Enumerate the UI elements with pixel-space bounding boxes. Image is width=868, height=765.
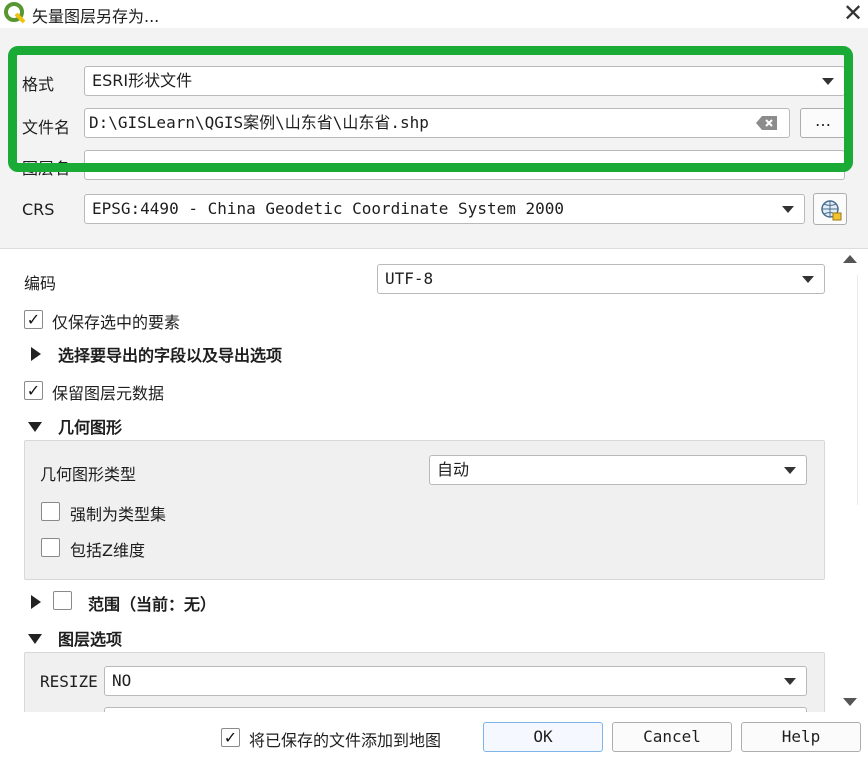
scroll-down-icon[interactable]	[843, 698, 857, 706]
crs-select[interactable]: EPSG:4490 - China Geodetic Coordinate Sy…	[84, 194, 805, 224]
save-selected-label: 仅保存选中的要素	[52, 313, 181, 332]
expand-arrow-icon[interactable]	[31, 595, 41, 609]
persist-metadata-checkbox[interactable]: ✓	[24, 381, 43, 400]
add-to-map-checkbox[interactable]: ✓	[221, 728, 240, 747]
scroll-up-icon[interactable]	[843, 255, 857, 263]
checkmark-icon: ✓	[26, 381, 41, 400]
encoding-select[interactable]: UTF-8	[377, 264, 825, 294]
close-icon[interactable]: ✕	[838, 0, 868, 28]
crs-selector-button[interactable]	[813, 193, 847, 225]
chevron-down-icon	[784, 678, 796, 685]
geometry-type-select[interactable]: 自动	[429, 455, 807, 485]
checkmark-icon: ✓	[26, 310, 41, 329]
checkmark-icon: ✓	[223, 728, 238, 747]
collapse-arrow-icon[interactable]	[28, 634, 42, 644]
divider	[0, 248, 868, 249]
help-button[interactable]: Help	[741, 722, 861, 752]
window-title: 矢量图层另存为...	[32, 7, 160, 26]
persist-metadata-label: 保留图层元数据	[52, 384, 165, 403]
crs-selector-icon	[821, 200, 842, 221]
resize-value: NO	[112, 671, 132, 690]
include-z-checkbox[interactable]	[41, 538, 60, 557]
scrollbar-thumb[interactable]	[841, 275, 858, 505]
save-selected-checkbox[interactable]: ✓	[24, 310, 43, 329]
extent-section[interactable]: 范围（当前：无）	[88, 591, 216, 615]
add-to-map-label: 将已保存的文件添加到地图	[249, 731, 442, 750]
collapse-arrow-icon[interactable]	[28, 422, 42, 432]
chevron-down-icon	[782, 206, 794, 213]
ok-button[interactable]: OK	[483, 722, 603, 752]
force-multi-checkbox[interactable]	[41, 502, 60, 521]
qgis-app-icon	[4, 2, 26, 24]
include-z-label: 包括Z维度	[70, 541, 145, 560]
chevron-down-icon	[802, 276, 814, 283]
crs-label: CRS	[22, 200, 55, 219]
force-multi-label: 强制为类型集	[70, 505, 167, 524]
geometry-type-value: 自动	[437, 460, 470, 479]
resize-select[interactable]: NO	[104, 666, 807, 696]
select-fields-section[interactable]: 选择要导出的字段以及导出选项	[58, 342, 282, 366]
encoding-value: UTF-8	[385, 269, 434, 288]
crs-value: EPSG:4490 - China Geodetic Coordinate Sy…	[92, 199, 565, 218]
chevron-down-icon	[784, 467, 796, 474]
expand-arrow-icon[interactable]	[31, 347, 41, 361]
encoding-label: 编码	[24, 274, 57, 293]
resize-label: RESIZE	[40, 672, 98, 691]
highlight-annotation	[8, 46, 853, 172]
geometry-section[interactable]: 几何图形	[58, 414, 122, 438]
cancel-button[interactable]: Cancel	[612, 722, 732, 752]
extent-checkbox[interactable]	[53, 591, 72, 610]
layer-options-section[interactable]: 图层选项	[58, 626, 122, 650]
geometry-type-label: 几何图形类型	[40, 465, 137, 484]
